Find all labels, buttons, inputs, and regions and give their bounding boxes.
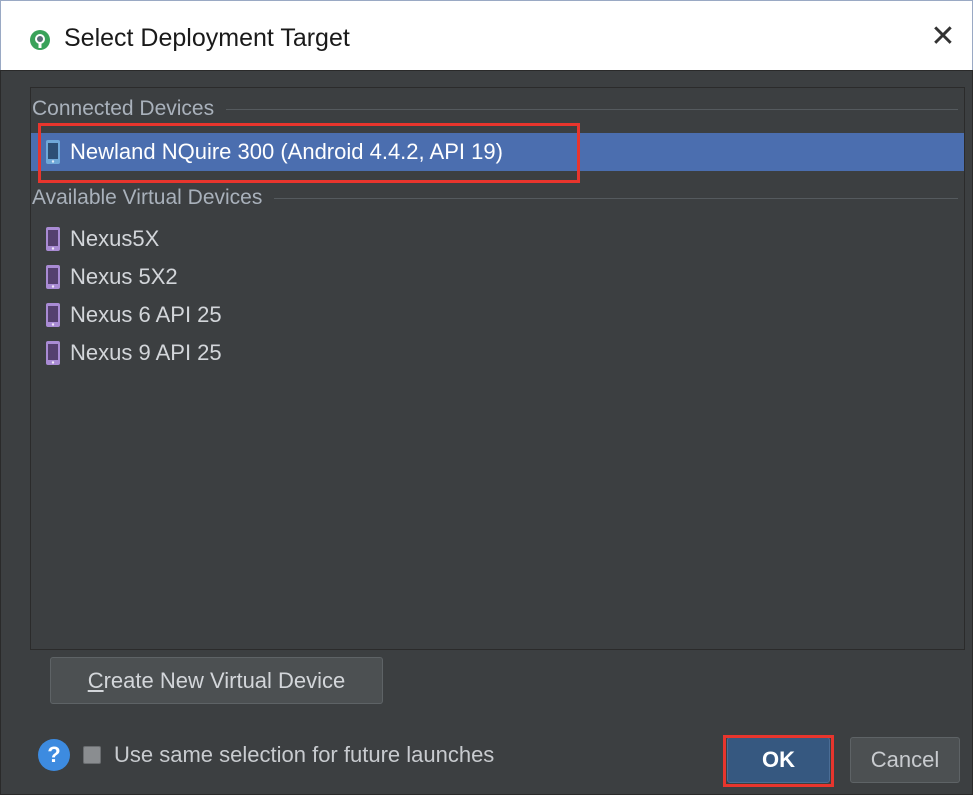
device-row-nexus-5x2[interactable]: Nexus 5X2	[31, 258, 964, 296]
device-row-nexus-9-api-25[interactable]: Nexus 9 API 25	[31, 334, 964, 372]
group-header-virtual: Available Virtual Devices	[31, 183, 964, 213]
phone-icon	[46, 140, 60, 164]
device-row-nexus-6-api-25[interactable]: Nexus 6 API 25	[31, 296, 964, 334]
create-button-mnemonic: C	[87, 668, 104, 693]
ok-button[interactable]: OK	[727, 737, 830, 783]
device-label: Newland NQuire 300 (Android 4.4.2, API 1…	[70, 139, 503, 164]
same-selection-label[interactable]: Use same selection for future launches	[114, 739, 494, 771]
cancel-button[interactable]: Cancel	[850, 737, 960, 783]
group-divider	[226, 108, 958, 110]
device-label: Nexus5X	[70, 226, 160, 251]
phone-icon	[46, 265, 60, 289]
dialog-body: Connected Devices Newland NQuire 300 (An…	[0, 70, 973, 795]
device-label: Nexus 6 API 25	[70, 302, 222, 327]
phone-icon	[46, 227, 60, 251]
android-studio-icon	[30, 30, 50, 50]
phone-icon	[46, 303, 60, 327]
group-header-connected-label: Connected Devices	[32, 97, 215, 120]
phone-icon	[46, 341, 60, 365]
window-title: Select Deployment Target	[64, 24, 350, 52]
device-row-newland-nquire-300[interactable]: Newland NQuire 300 (Android 4.4.2, API 1…	[31, 133, 964, 171]
group-header-virtual-label: Available Virtual Devices	[32, 186, 263, 209]
device-row-nexus5x[interactable]: Nexus5X	[31, 220, 964, 258]
group-divider	[274, 197, 958, 199]
help-icon[interactable]: ?	[38, 739, 70, 771]
create-button-label: reate New Virtual Device	[103, 668, 346, 693]
close-button[interactable]: ✕	[928, 20, 958, 53]
group-header-connected: Connected Devices	[31, 94, 964, 124]
device-label: Nexus 5X2	[70, 264, 178, 289]
same-selection-checkbox[interactable]	[83, 746, 101, 764]
title-bar: Select Deployment Target ✕	[0, 0, 973, 70]
device-label: Nexus 9 API 25	[70, 340, 222, 365]
create-new-virtual-device-button[interactable]: Create New Virtual Device	[50, 657, 383, 704]
device-list[interactable]: Connected Devices Newland NQuire 300 (An…	[30, 87, 965, 650]
close-icon: ✕	[930, 20, 956, 53]
